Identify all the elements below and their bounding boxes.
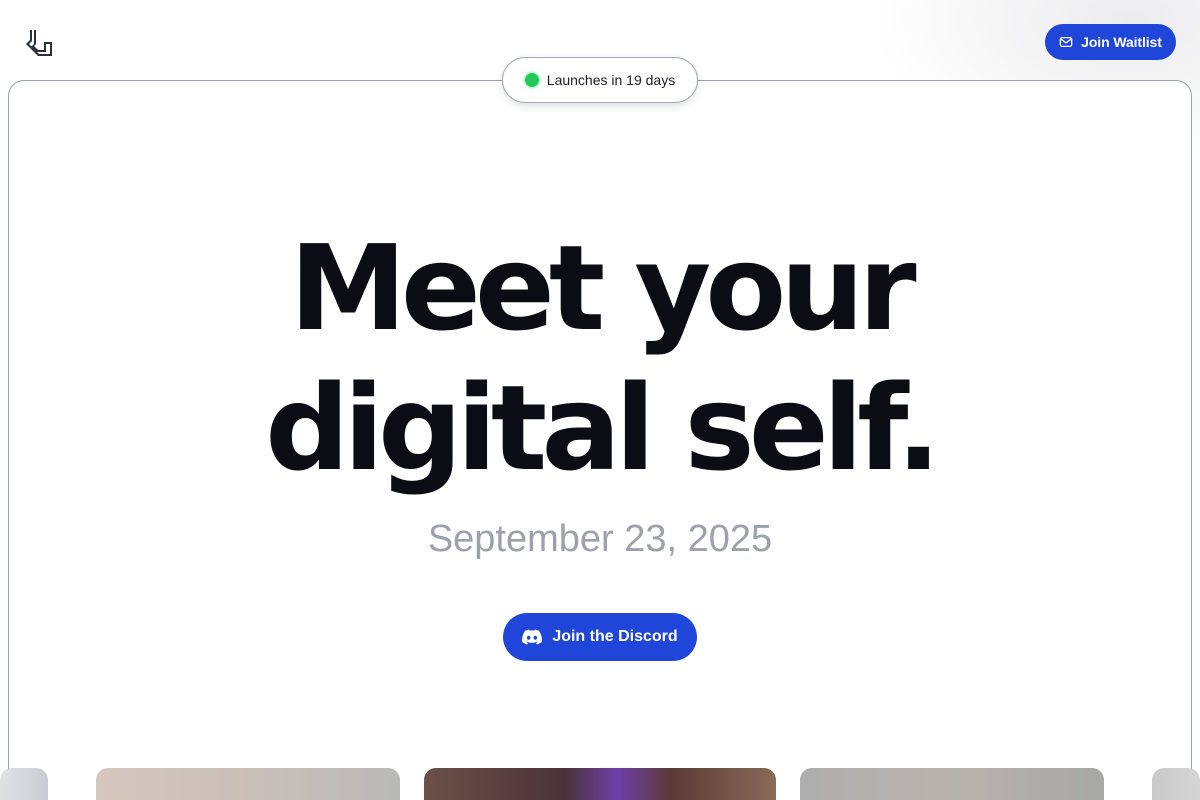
launch-countdown-text: Launches in 19 days	[546, 72, 676, 88]
gallery-thumbnail[interactable]	[0, 768, 48, 800]
bracket-arrow-logo-icon[interactable]	[22, 26, 56, 60]
join-waitlist-label: Join Waitlist	[1081, 34, 1162, 50]
join-discord-button[interactable]: Join the Discord	[503, 613, 697, 661]
join-waitlist-button[interactable]: Join Waitlist	[1045, 24, 1176, 60]
envelope-icon	[1059, 36, 1073, 48]
launch-countdown-badge: Launches in 19 days	[502, 57, 698, 103]
gallery-thumbnail[interactable]	[96, 768, 400, 800]
launch-date: September 23, 2025	[427, 518, 773, 560]
join-discord-label: Join the Discord	[552, 628, 678, 645]
discord-icon	[522, 629, 543, 645]
headline-line-2: digital self.	[265, 359, 941, 497]
headline-line-1: Meet your	[289, 219, 916, 357]
gallery-thumbnail[interactable]	[1152, 768, 1200, 800]
hero-headline: Meet your digital self.	[0, 218, 1200, 498]
gallery-thumbnail[interactable]	[800, 768, 1104, 800]
status-dot-icon	[524, 73, 539, 87]
gallery-thumbnail[interactable]	[424, 768, 776, 800]
